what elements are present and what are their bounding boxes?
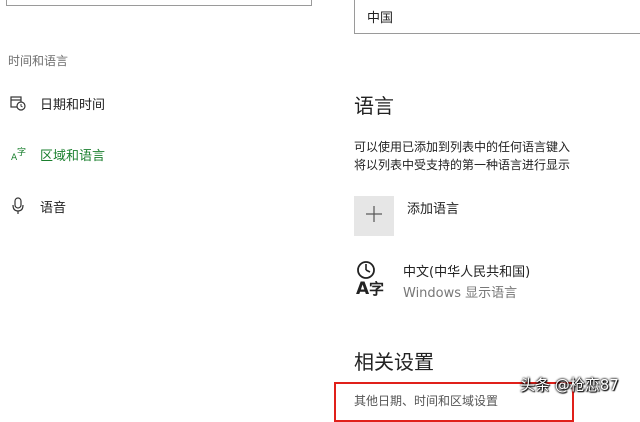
watermark-text: 头条 @枪恋87 <box>520 376 619 394</box>
additional-date-time-region-link[interactable]: 其他日期、时间和区域设置 <box>354 392 498 409</box>
microphone-icon <box>8 197 28 215</box>
svg-text:A: A <box>356 279 370 298</box>
language-subtitle: Windows 显示语言 <box>403 286 518 301</box>
add-language-button[interactable] <box>354 196 394 236</box>
svg-text:字: 字 <box>369 280 384 298</box>
language-description: 可以使用已添加到列表中的任何语言键入 将以列表中受支持的第一种语言进行显示 <box>354 138 570 174</box>
sidebar-item-label: 日期和时间 <box>40 97 106 113</box>
plus-icon <box>365 205 383 227</box>
sidebar-item-region-language[interactable]: A 字 区域和语言 <box>8 142 105 166</box>
svg-text:字: 字 <box>17 146 26 158</box>
sidebar-item-label: 语音 <box>40 200 67 216</box>
sidebar-item-label: 区域和语言 <box>40 148 106 164</box>
description-line: 可以使用已添加到列表中的任何语言键入 <box>354 140 571 154</box>
country-region-select[interactable]: 中国 <box>354 0 640 34</box>
related-settings-heading: 相关设置 <box>354 350 434 374</box>
calendar-clock-icon <box>8 94 28 112</box>
sidebar-section-title: 时间和语言 <box>8 54 69 68</box>
search-box-remnant[interactable] <box>6 0 312 6</box>
language-font-icon: A 字 <box>354 258 392 299</box>
sidebar-item-date-time[interactable]: 日期和时间 <box>8 91 105 115</box>
country-value: 中国 <box>367 11 394 26</box>
region-language-icon: A 字 <box>8 145 28 163</box>
sidebar-item-speech[interactable]: 语音 <box>8 194 66 218</box>
add-language-label[interactable]: 添加语言 <box>407 198 459 217</box>
language-name[interactable]: 中文(中华人民共和国) <box>403 261 530 280</box>
language-heading: 语言 <box>354 94 394 118</box>
description-line: 将以列表中受支持的第一种语言进行显示 <box>354 158 571 172</box>
